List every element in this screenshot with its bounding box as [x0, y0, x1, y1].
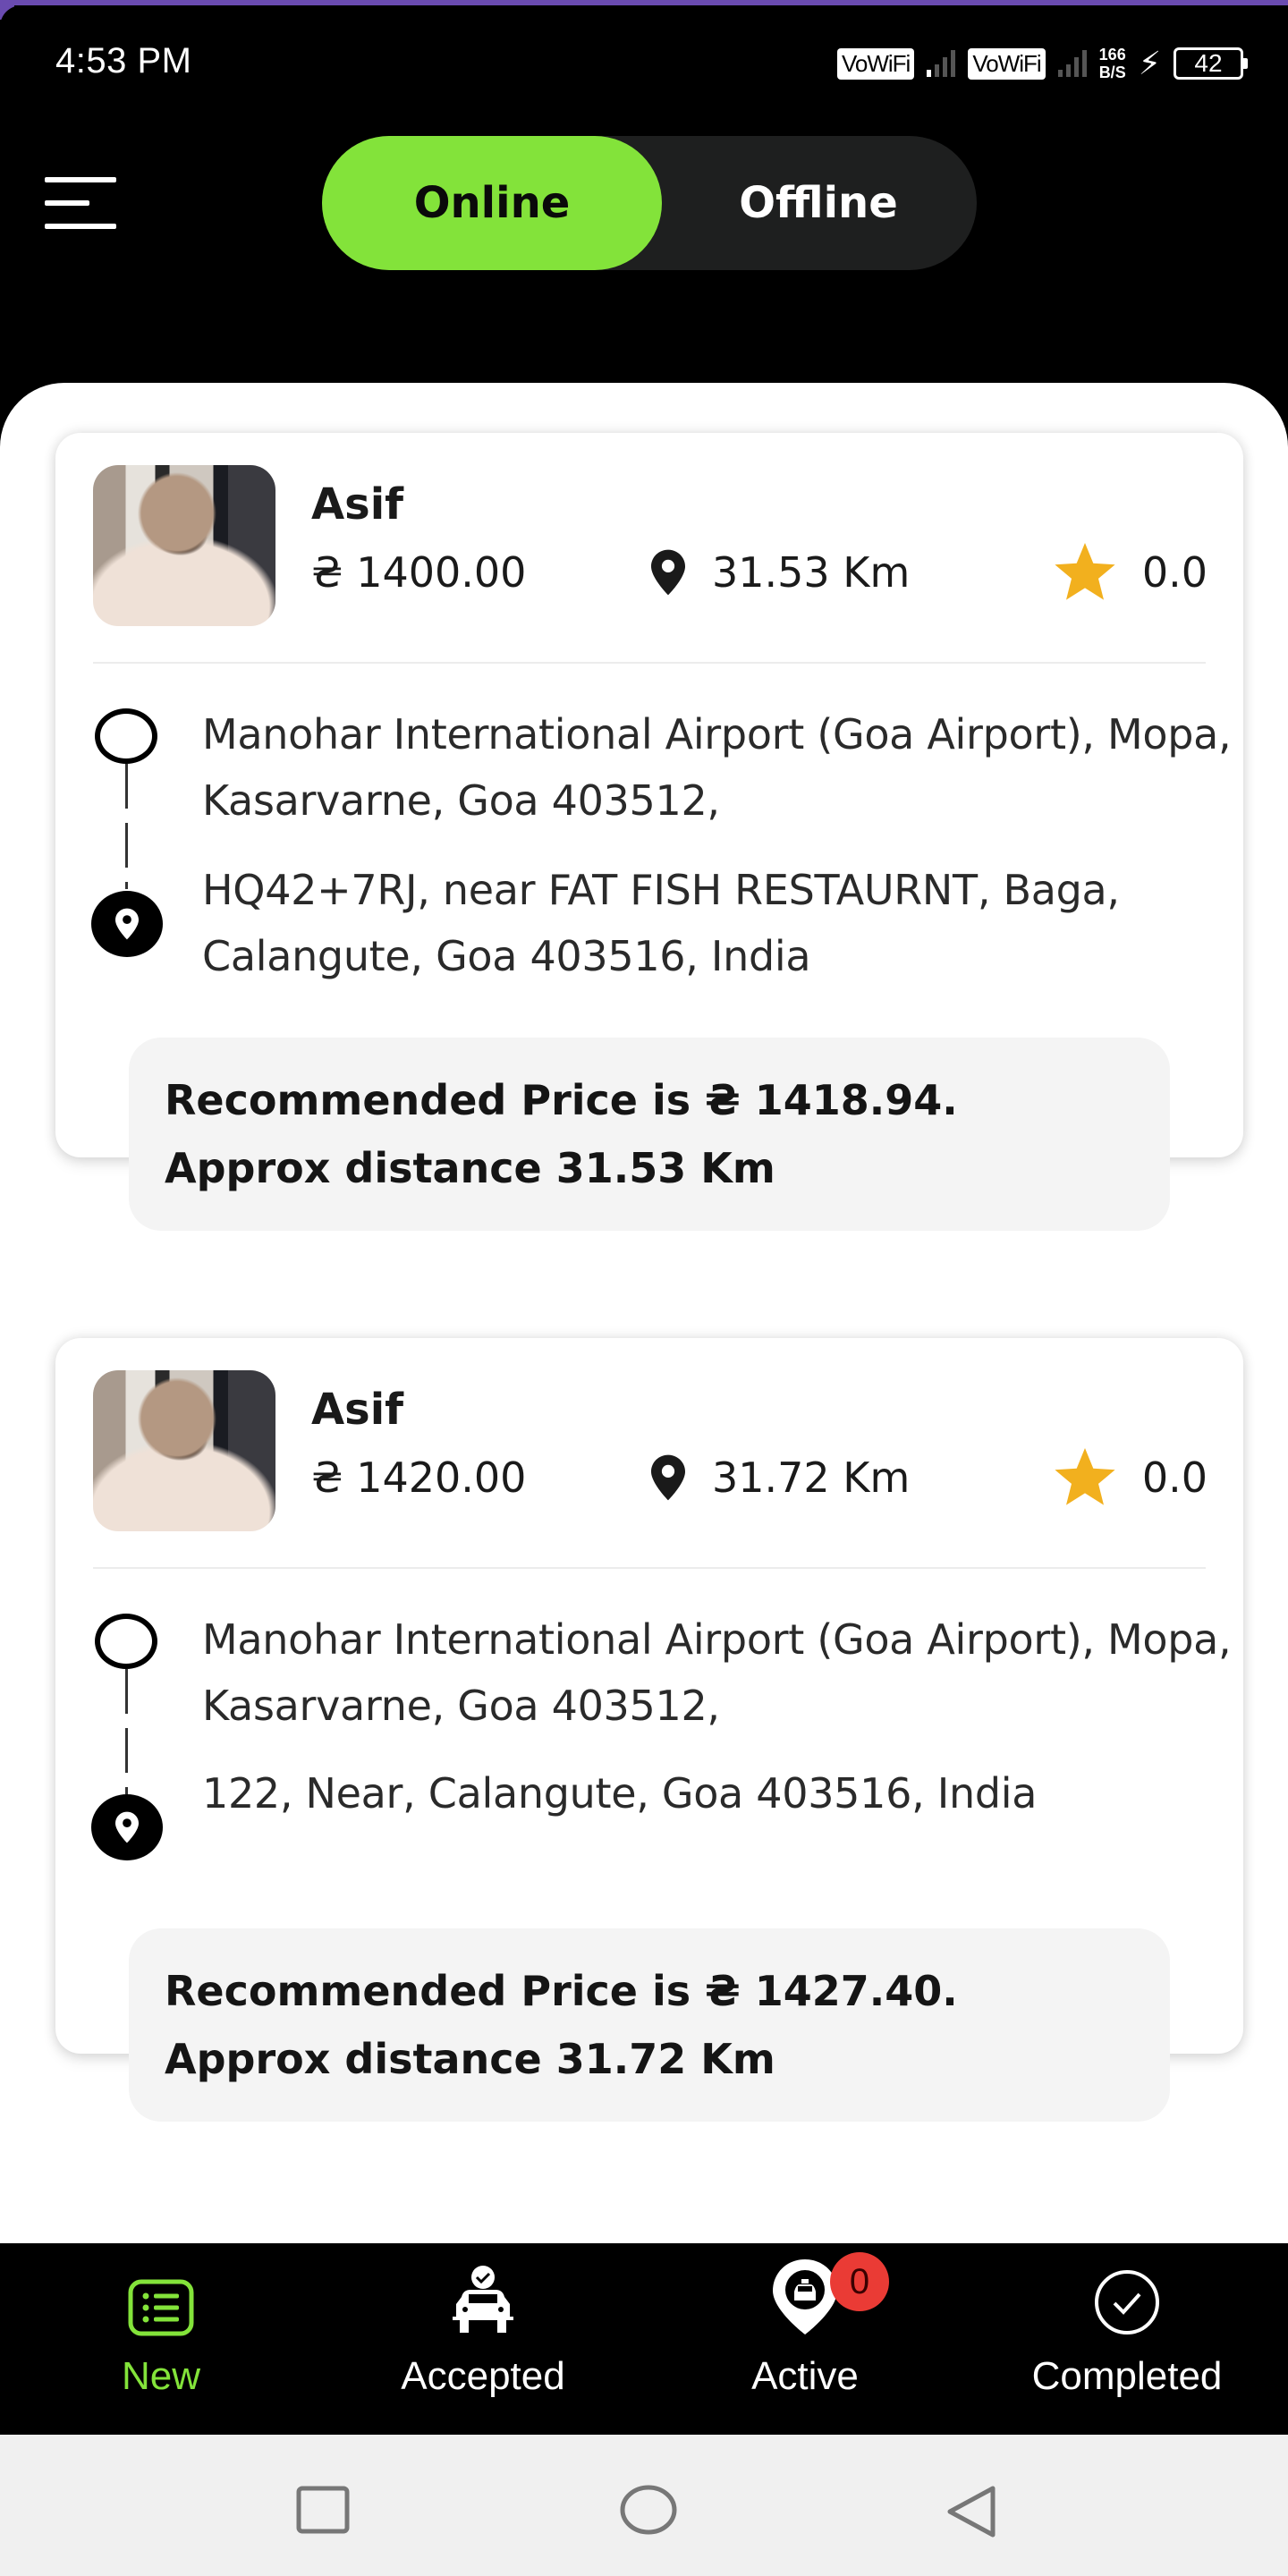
rider-name: Asif [311, 1385, 404, 1435]
nav-tab-active[interactable]: 0 Active [644, 2243, 966, 2435]
list-icon [128, 2243, 194, 2342]
signal-icon [1057, 50, 1087, 77]
location-pin-icon [651, 1454, 685, 1501]
rider-avatar[interactable] [93, 1370, 275, 1531]
charging-bolt-icon: ⚡ [1138, 45, 1161, 81]
ride-request-card[interactable]: Asif ₴ 1420.00 31.72 Km 0.0 Manohar Inte… [55, 1338, 1243, 2122]
recommended-price-box: Recommended Price is ₴ 1418.94. Approx d… [129, 1038, 1170, 1231]
ride-requests-list: Asif ₴ 1400.00 31.53 Km 0.0 Manohar Inte… [0, 383, 1288, 2243]
divider [93, 1567, 1206, 1569]
distance-value: 31.53 Km [712, 548, 911, 597]
location-pin-icon [651, 549, 685, 596]
nav-tab-accepted[interactable]: Accepted [322, 2243, 644, 2435]
toggle-offline[interactable]: Offline [662, 136, 975, 270]
taxi-check-icon [449, 2243, 517, 2342]
active-count-badge: 0 [830, 2252, 889, 2311]
dropoff-address: 122, Near, Calangute, Goa 403516, India [202, 1769, 1038, 1818]
divider [93, 662, 1206, 664]
nav-label: Accepted [401, 2354, 565, 2398]
battery-icon: 42 [1174, 47, 1248, 80]
back-triangle-icon[interactable] [945, 2485, 998, 2538]
offered-price: ₴ 1400.00 [311, 548, 527, 597]
distance-value: 31.72 Km [712, 1453, 911, 1502]
offered-price: ₴ 1420.00 [311, 1453, 527, 1502]
route-dashed-line [125, 1669, 128, 1794]
approx-distance: Approx distance 31.53 Km [165, 1144, 775, 1192]
distance: 31.72 Km [651, 1453, 1045, 1502]
signal-icon [927, 50, 956, 77]
rating: 0.0 [1053, 1448, 1208, 1507]
ride-meta: ₴ 1420.00 31.72 Km 0.0 [311, 1448, 1208, 1507]
toggle-online[interactable]: Online [322, 136, 662, 270]
system-nav-bar [0, 2435, 1288, 2576]
network-speed-value: 166 [1098, 46, 1126, 64]
rating-value: 0.0 [1141, 548, 1208, 597]
recommended-price: Recommended Price is ₴ 1418.94. [165, 1076, 958, 1124]
pickup-circle-icon [95, 708, 157, 764]
route-dashed-line [125, 764, 128, 889]
network-speed-unit: B/S [1098, 64, 1126, 81]
distance: 31.53 Km [651, 548, 1045, 597]
hamburger-menu-icon[interactable] [45, 177, 116, 229]
online-offline-toggle[interactable]: Online Offline [322, 136, 977, 270]
check-circle-icon [1093, 2243, 1161, 2342]
approx-distance: Approx distance 31.72 Km [165, 2035, 775, 2083]
vowifi-badge: VoWiFi [836, 47, 915, 80]
home-circle-icon[interactable] [619, 2485, 678, 2535]
pickup-address: Manohar International Airport (Goa Airpo… [202, 710, 1232, 825]
status-time: 4:53 PM [55, 41, 192, 80]
network-speed: 166 B/S [1099, 46, 1126, 81]
dropoff-address: HQ42+7RJ, near FAT FISH RESTAURNT, Baga,… [202, 866, 1120, 980]
recents-square-icon[interactable] [295, 2485, 351, 2535]
rating: 0.0 [1053, 543, 1208, 602]
star-icon [1055, 543, 1115, 600]
bottom-nav: New Accepted 0 Active Completed [0, 2243, 1288, 2435]
recommended-price: Recommended Price is ₴ 1427.40. [165, 1967, 958, 2015]
status-bar: 4:53 PM VoWiFi VoWiFi 166 B/S ⚡ 42 [0, 5, 1288, 113]
rider-avatar[interactable] [93, 465, 275, 626]
pickup-circle-icon [95, 1614, 157, 1669]
ride-meta: ₴ 1400.00 31.53 Km 0.0 [311, 543, 1208, 602]
star-icon [1055, 1448, 1115, 1505]
ride-request-card[interactable]: Asif ₴ 1400.00 31.53 Km 0.0 Manohar Inte… [55, 433, 1243, 1231]
nav-label: New [121, 2354, 201, 2398]
taxi-pin-icon [771, 2243, 839, 2342]
battery-level: 42 [1194, 49, 1223, 77]
rider-name: Asif [311, 479, 404, 530]
dropoff-pin-icon [91, 891, 163, 957]
pickup-address: Manohar International Airport (Goa Airpo… [202, 1615, 1232, 1730]
nav-tab-new[interactable]: New [0, 2243, 322, 2435]
recommended-price-box: Recommended Price is ₴ 1427.40. Approx d… [129, 1928, 1170, 2122]
nav-tab-completed[interactable]: Completed [966, 2243, 1288, 2435]
nav-label: Active [751, 2354, 859, 2398]
rating-value: 0.0 [1141, 1453, 1208, 1502]
status-icons: VoWiFi VoWiFi 166 B/S ⚡ 42 [836, 41, 1248, 86]
dropoff-pin-icon [91, 1794, 163, 1860]
nav-label: Completed [1031, 2354, 1223, 2398]
vowifi-badge: VoWiFi [968, 47, 1046, 80]
